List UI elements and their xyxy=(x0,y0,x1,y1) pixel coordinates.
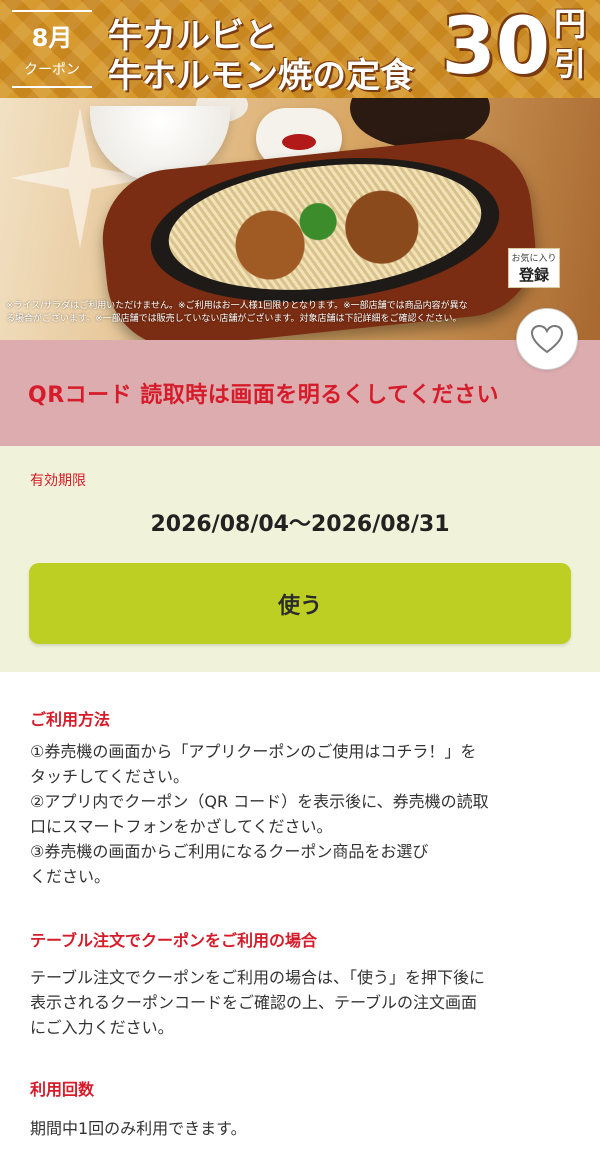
discount-unit-bottom: 引 xyxy=(553,45,586,83)
discount-number: 30 xyxy=(441,2,550,92)
discount-unit-top: 円 xyxy=(553,5,586,43)
how-to-line: ください。 xyxy=(30,867,111,886)
fav-tag-small-label: お気に入り xyxy=(511,254,557,264)
food-photo: お気に入り 登録 ※ライス/サラダはご利用いただけません。※ご利用はお一人様1回… xyxy=(0,98,600,340)
heart-icon xyxy=(530,324,564,354)
qr-brightness-notice: QRコード 読取時は画面を明るくしてください xyxy=(0,340,600,446)
validity-section: 有効期限 2026/08/04〜2026/08/31 使う xyxy=(0,446,600,672)
favorite-register-tag: お気に入り 登録 xyxy=(508,248,560,288)
coupon-details: ご利用方法 ①券売機の画面から「アプリクーポンのご使用はコチラ！」を タッチして… xyxy=(0,672,600,1150)
section-body-usage-count: 期間中1回のみ利用できます。 xyxy=(30,1116,575,1141)
section-body-how-to-use: ①券売機の画面から「アプリクーポンのご使用はコチラ！」を タッチしてください。 … xyxy=(30,739,575,889)
table-order-line: 表示されるクーポンコードをご確認の上、テーブルの注文画面 xyxy=(30,993,478,1012)
section-title-how-to-use: ご利用方法 xyxy=(30,710,111,729)
validity-dates: 2026/08/04〜2026/08/31 xyxy=(150,512,450,537)
section-body-table-order: テーブル注文でクーポンをご利用の場合は、「使う」を押下後に 表示されるクーポンコ… xyxy=(30,965,575,1040)
coupon-banner: 8月 クーポン 牛カルビと 牛ホルモン焼の定食 30 円 引 お気に入り 登録 … xyxy=(0,0,600,340)
how-to-line: 口にスマートフォンをかざしてください。 xyxy=(30,817,333,836)
month-label: 8月 xyxy=(31,24,73,52)
qr-notice-text: QRコード 読取時は画面を明るくしてください xyxy=(28,383,499,408)
favorite-button[interactable] xyxy=(516,308,578,370)
how-to-line: ②アプリ内でクーポン（QR コード）を表示後に、券売機の読取 xyxy=(30,792,489,811)
validity-label: 有効期限 xyxy=(30,473,86,489)
section-title-table-order: テーブル注文でクーポンをご利用の場合 xyxy=(30,931,318,950)
month-badge: 8月 クーポン xyxy=(12,10,92,88)
banner-fineprint: ※ライス/サラダはご利用いただけません。※ご利用はお一人様1回限りとなります。※… xyxy=(6,301,468,324)
section-title-usage-count: 利用回数 xyxy=(30,1080,95,1099)
discount-amount: 30 円 引 xyxy=(441,4,586,90)
fav-tag-big-label: 登録 xyxy=(518,266,549,284)
discount-unit: 円 引 xyxy=(554,4,586,84)
coupon-word: クーポン xyxy=(24,62,80,78)
table-order-line: にご入力ください。 xyxy=(30,1018,174,1037)
table-order-line: テーブル注文でクーポンをご利用の場合は、「使う」を押下後に xyxy=(30,968,486,987)
usage-count-line: 期間中1回のみ利用できます。 xyxy=(30,1119,247,1138)
banner-title-line2: 牛ホルモン焼の定食 xyxy=(108,56,414,96)
how-to-line: タッチしてください。 xyxy=(30,767,190,786)
use-coupon-button[interactable]: 使う xyxy=(29,563,571,644)
how-to-line: ③券売機の画面からご利用になるクーポン商品をお選び xyxy=(30,842,429,861)
how-to-line: ①券売機の画面から「アプリクーポンのご使用はコチラ！」を xyxy=(30,742,477,761)
